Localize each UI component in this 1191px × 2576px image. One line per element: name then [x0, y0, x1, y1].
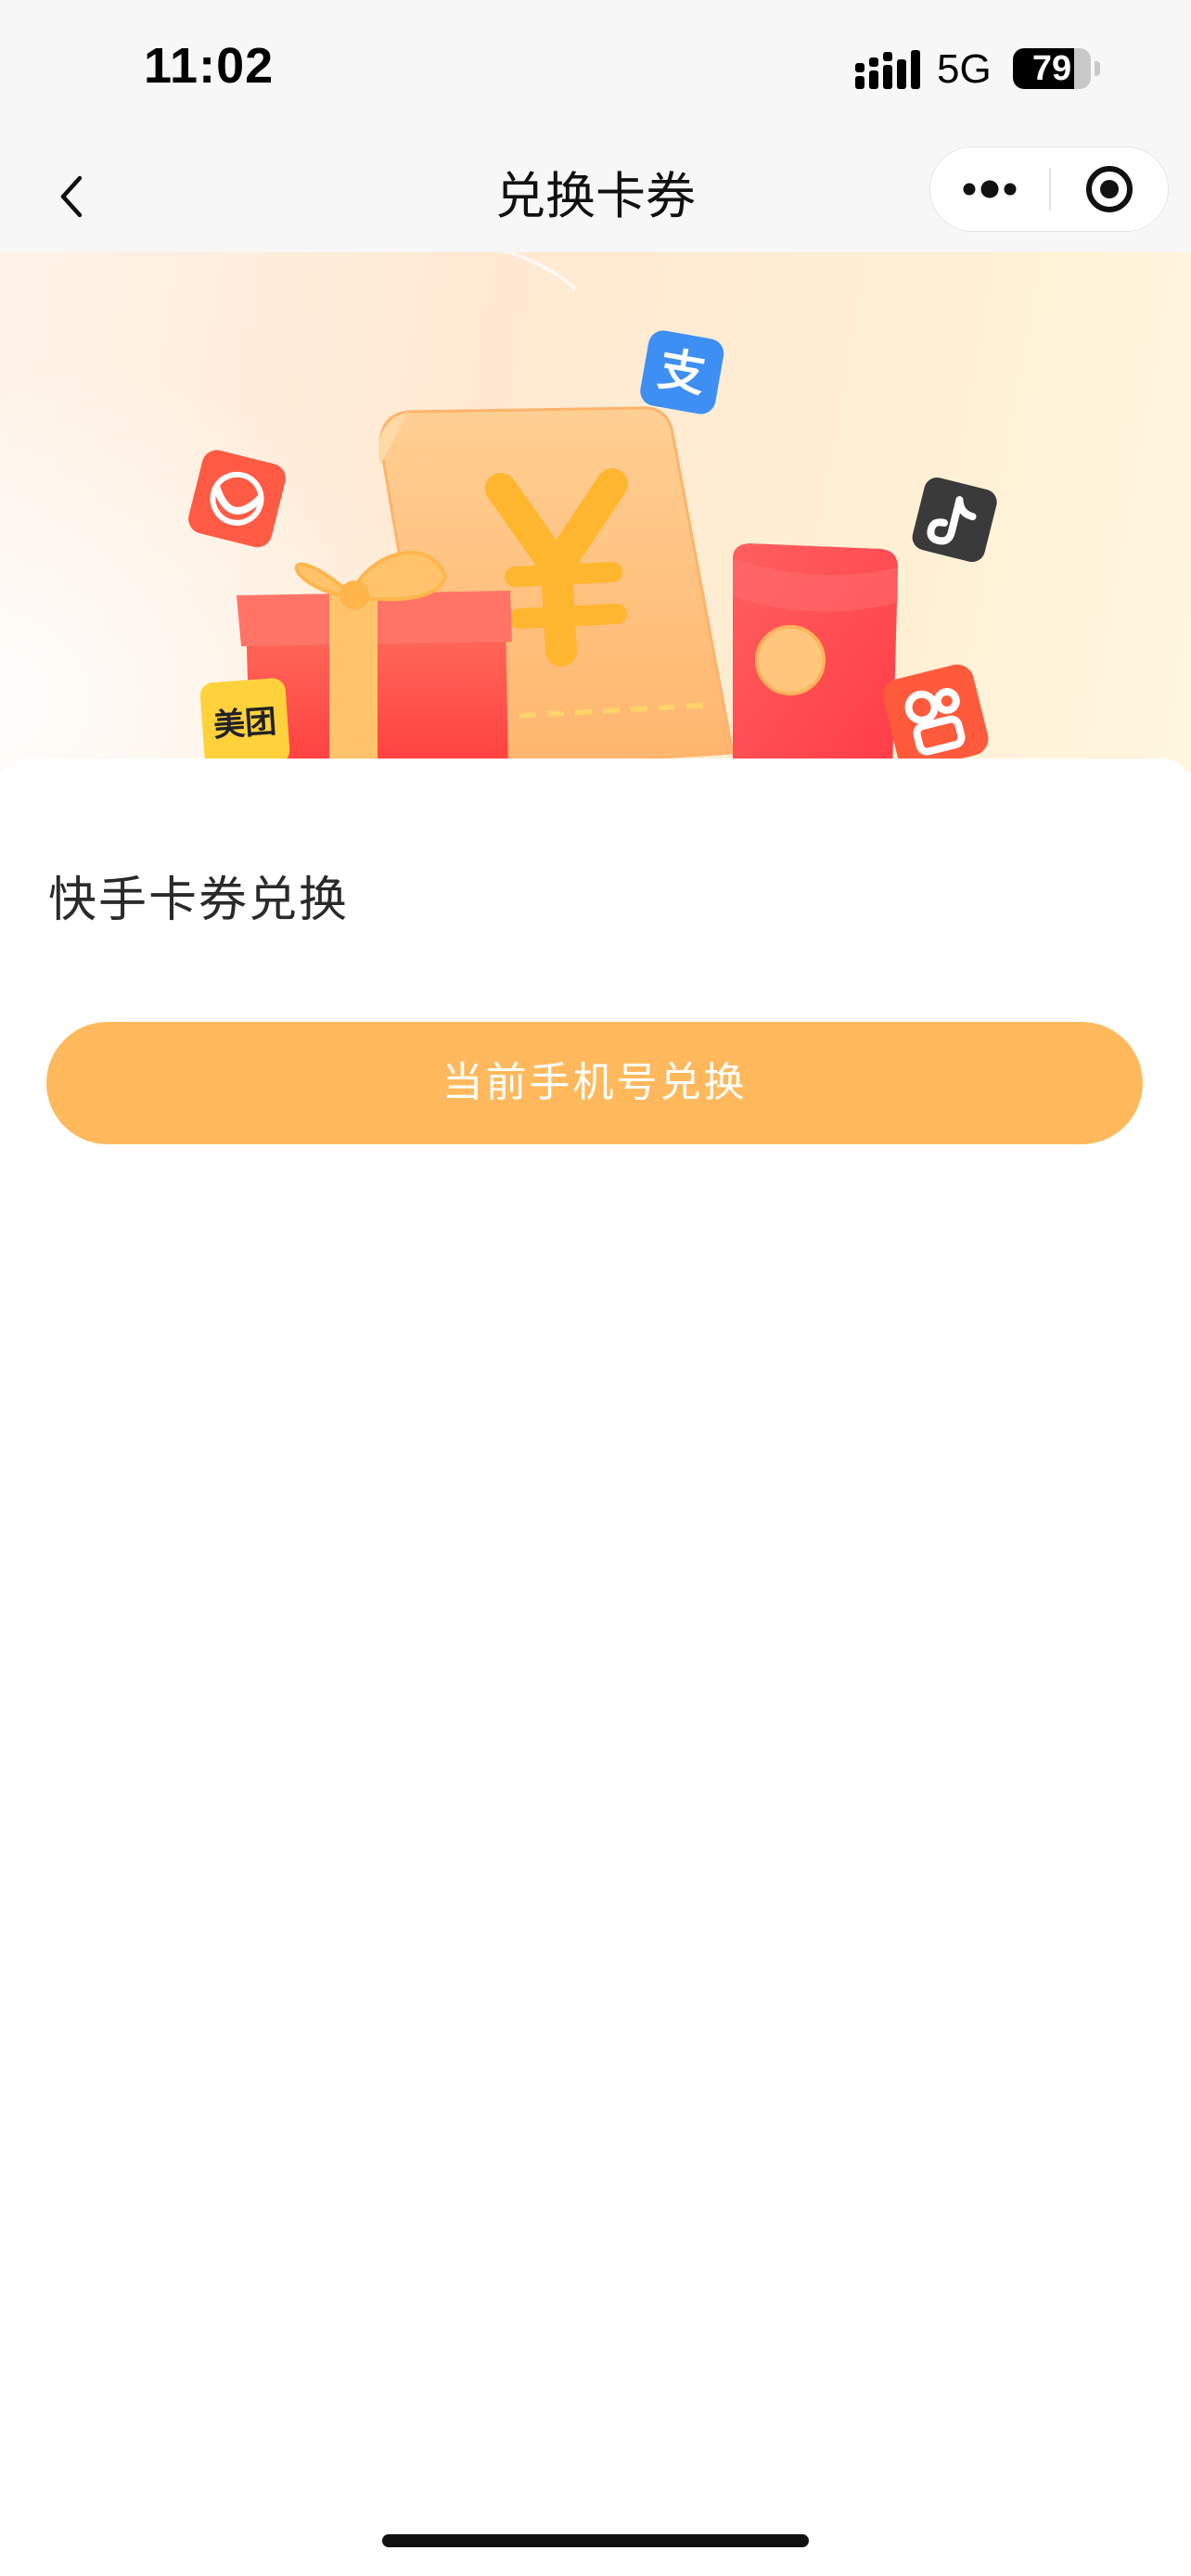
tiktok-badge: [912, 477, 997, 563]
promo-banner: 支 美团: [0, 252, 1191, 772]
nav-bar: 兑换卡券: [0, 141, 1191, 252]
alipay-badge: 支: [640, 330, 724, 414]
more-button[interactable]: [930, 147, 1049, 231]
back-button[interactable]: [37, 159, 111, 234]
target-circle-icon: [1086, 166, 1133, 212]
content-card: 快手卡券兑换 当前手机号兑换: [0, 759, 1191, 2576]
miniapp-capsule: [929, 147, 1169, 232]
battery-icon: 79: [1013, 48, 1091, 89]
battery-cap: [1095, 61, 1100, 76]
meituan-badge: 美团: [199, 678, 290, 768]
background-arc: [306, 252, 577, 291]
close-miniapp-button[interactable]: [1051, 147, 1168, 231]
status-bar: 11:02 5G 79: [0, 0, 1191, 141]
banner-illustration: 支 美团: [0, 252, 997, 772]
red-packet-illustration: [733, 543, 898, 772]
alipay-badge-text: 支: [655, 342, 710, 403]
home-indicator[interactable]: [382, 2534, 809, 2547]
cellular-signal-icon: [855, 50, 920, 89]
battery-level: 79: [1031, 49, 1072, 88]
video-app-badge: [882, 664, 989, 771]
chevron-left-icon: [60, 175, 83, 218]
section-title: 快手卡券兑换: [48, 873, 350, 928]
more-dots-icon: [963, 180, 1017, 198]
page-title: 兑换卡券: [495, 167, 696, 225]
meituan-badge-text: 美团: [212, 703, 278, 745]
status-time: 11:02: [144, 38, 275, 94]
redeem-with-current-phone-button[interactable]: 当前手机号兑换: [46, 1022, 1143, 1144]
network-type-label: 5G: [937, 46, 992, 92]
